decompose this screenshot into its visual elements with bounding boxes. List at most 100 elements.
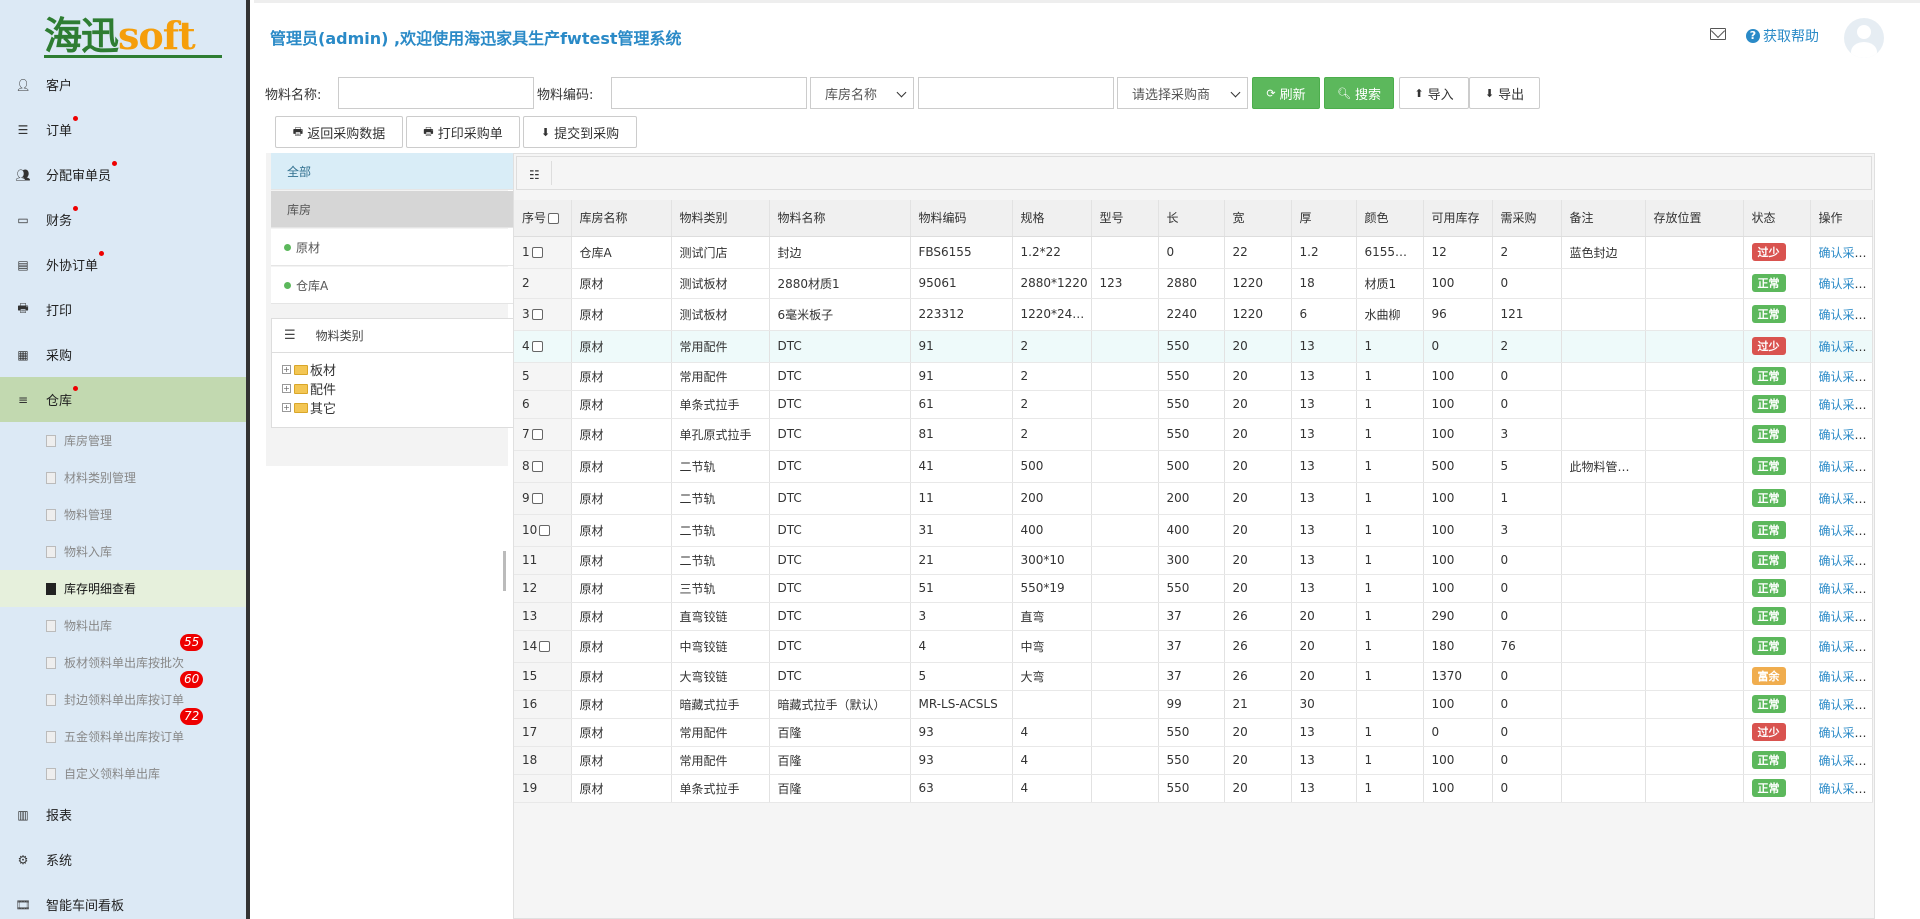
table-row[interactable]: 17原材常用配件百隆9345502013100过少确认采购量	[514, 718, 1873, 747]
confirm-purchase-link[interactable]: 确认采购量	[1819, 640, 1872, 654]
table-row[interactable]: 18 原材常用配件百隆934 550201311000 正常 确认采购量	[514, 746, 1873, 775]
column-header[interactable]: 宽	[1224, 200, 1292, 237]
sidebar-item-7[interactable]: ≡ 仓库	[0, 377, 246, 422]
confirm-purchase-link[interactable]: 确认采购量	[1819, 610, 1872, 624]
table-row[interactable]: 4原材常用配件DTC9125502013102过少确认采购量	[514, 330, 1873, 363]
column-header[interactable]: 备注	[1561, 200, 1646, 237]
sidebar-item-9[interactable]: ⚙ 系统	[0, 837, 246, 882]
print-order-button[interactable]: 🖶 打印采购单	[406, 116, 520, 148]
sidebar-item-5[interactable]: 🖶 打印	[0, 287, 246, 332]
sidebar-subitem-7[interactable]: 封边领料单出库按订单 60	[0, 671, 246, 718]
sidebar-item-6[interactable]: ▦ 采购	[0, 332, 246, 377]
expand-icon[interactable]: +	[282, 365, 291, 374]
column-header[interactable]: 厚	[1291, 200, 1357, 237]
search-button[interactable]: 🔍︎ 搜索	[1324, 77, 1394, 109]
submit-purchase-button[interactable]: ⬇ 提交到采购	[523, 116, 637, 148]
table-row[interactable]: 2 原材 测试板材 2880材质1 95061 2880*1220 123 2880 1220 1…	[514, 268, 1873, 299]
sidebar-subitem-0[interactable]: 库房管理	[0, 422, 246, 459]
table-row[interactable]: 14 原材中弯铰链DTC4中弯 372620118076 正常 确认采购量	[514, 630, 1873, 663]
sidebar-item-2[interactable]: 👥︎ 分配审单员	[0, 152, 246, 197]
sidebar-subitem-5[interactable]: 物料出库	[0, 607, 246, 644]
sidebar-item-10[interactable]: 🎞︎ 智能车间看板	[0, 882, 246, 919]
column-header[interactable]: 颜色	[1356, 200, 1424, 237]
sidebar-subitem-8[interactable]: 五金领料单出库按订单 72	[0, 708, 246, 755]
material-name-input[interactable]	[338, 77, 534, 109]
row-checkbox[interactable]	[531, 493, 543, 504]
panel-splitter[interactable]	[503, 551, 506, 591]
table-row[interactable]: 19 原材单条式拉手百隆634 550201311000 正常 确认采购量	[514, 774, 1873, 803]
sidebar-item-1[interactable]: ☰ 订单	[0, 107, 246, 152]
export-button[interactable]: ⬇ 导出	[1469, 77, 1540, 109]
confirm-purchase-link[interactable]: 确认采购量	[1819, 554, 1872, 568]
extra-input[interactable]	[918, 77, 1114, 109]
table-row[interactable]: 6 原材单条式拉手DTC612 550201311000 正常 确认采购量	[514, 390, 1873, 419]
material-code-input[interactable]	[611, 77, 807, 109]
sidebar-subitem-4[interactable]: 库存明细查看	[0, 570, 246, 607]
sidebar-item-0[interactable]: 👤︎ 客户	[0, 62, 246, 107]
table-row[interactable]: 8原材二节轨DTC41500500201315005此物料管…正常确认采购量	[514, 450, 1873, 483]
table-row[interactable]: 13 原材直弯铰链DTC3直弯 37262012900 正常 确认采购量	[514, 602, 1873, 631]
confirm-purchase-link[interactable]: 确认采购量	[1819, 670, 1872, 684]
sidebar-subitem-1[interactable]: 材料类别管理	[0, 459, 246, 496]
table-row[interactable]: 9原材二节轨DTC11200200201311001正常确认采购量	[514, 482, 1873, 515]
import-button[interactable]: ⬆ 导入	[1399, 77, 1469, 109]
tree-node-parts[interactable]: + 配件	[272, 379, 515, 398]
return-purchase-button[interactable]: 🖶 返回采购数据	[275, 116, 403, 148]
confirm-purchase-link[interactable]: 确认采购量	[1819, 277, 1872, 291]
sidebar-subitem-2[interactable]: 物料管理	[0, 496, 246, 533]
confirm-purchase-link[interactable]: 确认采购量	[1819, 370, 1872, 384]
expand-icon[interactable]: +	[282, 403, 291, 412]
column-header[interactable]: 可用库存	[1423, 200, 1493, 237]
filter-all[interactable]: 全部	[271, 153, 516, 190]
column-header[interactable]: 需采购	[1492, 200, 1562, 237]
select-all-checkbox[interactable]	[548, 213, 560, 225]
warehouse-item-a[interactable]: 仓库A	[271, 267, 516, 304]
confirm-purchase-link[interactable]: 确认采购量	[1819, 782, 1872, 796]
sidebar-subitem-6[interactable]: 板材领料单出库按批次 55	[0, 634, 246, 681]
column-header[interactable]: 物料名称	[769, 200, 911, 237]
table-row[interactable]: 12 原材三节轨DTC51550*19 550201311000 正常 确认采购量	[514, 574, 1873, 603]
mail-icon[interactable]	[1710, 28, 1726, 40]
confirm-purchase-link[interactable]: 确认采购量	[1819, 754, 1872, 768]
confirm-purchase-link[interactable]: 确认采购量	[1819, 428, 1872, 442]
column-header[interactable]: 型号	[1091, 200, 1159, 237]
table-row[interactable]: 15 原材大弯铰链DTC5大弯 372620113700 富余 确认采购量	[514, 662, 1873, 691]
table-row[interactable]: 16 原材 暗藏式拉手 暗藏式拉手（默认） MR-LS-ACSLS 99 21 30 100 0 正…	[514, 690, 1873, 719]
columns-icon[interactable]: ☷	[529, 168, 540, 182]
row-checkbox[interactable]	[531, 247, 543, 258]
column-header[interactable]: 状态	[1743, 200, 1811, 237]
row-checkbox[interactable]	[531, 341, 543, 352]
help-link[interactable]: ? 获取帮助	[1746, 26, 1819, 46]
sidebar-subitem-9[interactable]: 自定义领料单出库	[0, 755, 246, 792]
expand-icon[interactable]: +	[282, 384, 291, 393]
table-row[interactable]: 11 原材二节轨DTC21300*10 300201311000 正常 确认采购量	[514, 546, 1873, 575]
column-header[interactable]: 库房名称	[571, 200, 672, 237]
avatar[interactable]	[1844, 18, 1884, 58]
confirm-purchase-link[interactable]: 确认采购量	[1819, 698, 1872, 712]
confirm-purchase-link[interactable]: 确认采购量	[1819, 308, 1872, 322]
confirm-purchase-link[interactable]: 确认采购量	[1819, 524, 1872, 538]
column-header[interactable]: 长	[1158, 200, 1225, 237]
column-header[interactable]: 物料编码	[910, 200, 1013, 237]
column-header[interactable]: 规格	[1012, 200, 1092, 237]
warehouse-select[interactable]: 库房名称	[810, 77, 914, 109]
refresh-button[interactable]: ⟳ 刷新	[1252, 77, 1320, 109]
scrollbar[interactable]	[1874, 366, 1875, 456]
table-row[interactable]: 3 原材 测试板材 6毫米板子 223312 1220*24… 2240 1220 6 水曲柳 96…	[514, 298, 1873, 331]
table-row[interactable]: 10原材二节轨DTC31400400201311003正常确认采购量	[514, 514, 1873, 547]
row-checkbox[interactable]	[539, 641, 551, 652]
table-row[interactable]: 7 原材单孔原式拉手DTC812 550201311003 正常 确认采购量	[514, 418, 1873, 451]
sidebar-subitem-3[interactable]: 物料入库	[0, 533, 246, 570]
table-row[interactable]: 1 仓库A 测试门店 封边 FBS6155 1.2*22 0 22 1.2 6155… 12 2 蓝色封…	[514, 236, 1873, 269]
sidebar-item-4[interactable]: ▤ 外协订单	[0, 242, 246, 287]
table-row[interactable]: 5 原材常用配件DTC912 550201311000 正常 确认采购量	[514, 362, 1873, 391]
sidebar-item-3[interactable]: ▭ 财务	[0, 197, 246, 242]
confirm-purchase-link[interactable]: 确认采购量	[1819, 246, 1872, 260]
warehouse-item-raw[interactable]: 原材	[271, 229, 516, 266]
row-checkbox[interactable]	[531, 429, 543, 440]
column-header[interactable]: 序号	[514, 200, 572, 237]
confirm-purchase-link[interactable]: 确认采购量	[1819, 460, 1872, 474]
supplier-select[interactable]: 请选择采购商	[1117, 77, 1248, 109]
row-checkbox[interactable]	[531, 461, 543, 472]
column-header[interactable]: 物料类别	[671, 200, 770, 237]
